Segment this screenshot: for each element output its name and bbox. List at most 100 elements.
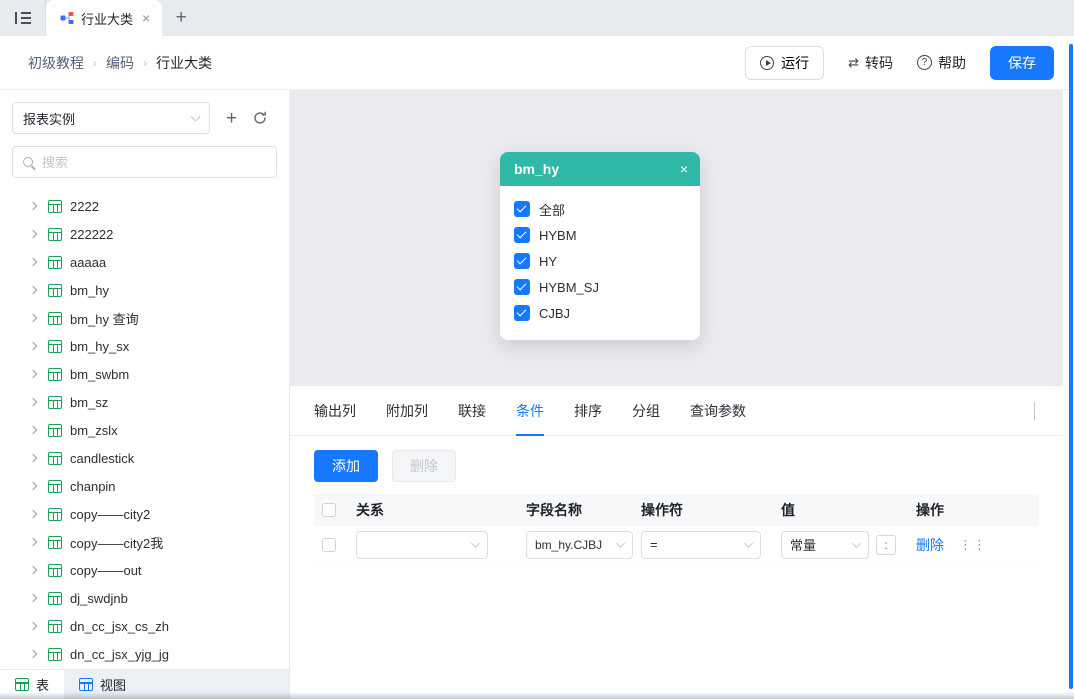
help-icon: ? [917,55,932,70]
chevron-right-icon[interactable] [29,454,37,462]
breadcrumb: 初级教程 › 编码 › 行业大类 [28,53,212,73]
sidebar-tab-views[interactable]: 视图 [64,670,141,699]
delete-condition-button[interactable]: 删除 [392,450,456,482]
field-row[interactable]: HY [514,248,686,274]
tree-item[interactable]: chanpin [0,472,289,500]
tree-item[interactable]: copy——city2 [0,500,289,528]
chevron-right-icon[interactable] [29,230,37,238]
table-card-header[interactable]: bm_hy × [500,152,700,186]
tree-item[interactable]: bm_sz [0,388,289,416]
row-checkbox[interactable] [322,538,336,552]
chevron-right-icon[interactable] [29,622,37,630]
checkbox-checked-icon[interactable] [514,253,530,269]
chevron-down-icon [852,539,861,548]
tree-item[interactable]: dj_swdjnb [0,584,289,612]
tree-item[interactable]: 2222 [0,192,289,220]
tree-item[interactable]: copy——city2我 [0,528,289,556]
delete-row-link[interactable]: 删除 [916,535,944,555]
play-icon [760,56,774,70]
tab-industry-category[interactable]: 行业大类 × [46,0,162,36]
search-input[interactable] [42,155,266,170]
collapse-panel-button[interactable] [1030,398,1039,424]
tree-item[interactable]: copy——out [0,556,289,584]
table-card-bm_hy[interactable]: bm_hy × 全部 HYBM HY HYBM_SJ CJBJ [500,152,700,340]
tree-item[interactable]: dn_cc_jsx_yjg_jg [0,640,289,668]
tree-item[interactable]: dn_cc_jsx_cs_zh [0,612,289,640]
tree-item[interactable]: bm_zslx [0,416,289,444]
chevron-right-icon[interactable] [29,510,37,518]
checkbox-checked-icon[interactable] [514,305,530,321]
column-header-value: 值 [773,500,908,520]
model-icon [60,11,74,25]
chevron-right-icon[interactable] [29,566,37,574]
chevron-right-icon[interactable] [29,538,37,546]
tab-label: 行业大类 [81,9,133,28]
panel-tabs: 输出列 附加列 联接 条件 排序 分组 查询参数 [290,386,1063,436]
sidebar-toggle-button[interactable] [0,0,46,36]
field-select[interactable]: bm_hy.CJBJ [526,531,633,559]
drag-handle-icon[interactable]: ⋮⋮ [959,537,987,553]
tree-item[interactable]: aaaaa [0,248,289,276]
field-row[interactable]: 全部 [514,196,686,222]
new-tab-button[interactable]: + [162,0,200,36]
chevron-right-icon[interactable] [29,482,37,490]
value-editor-button[interactable]: : [876,535,896,555]
breadcrumb-item[interactable]: 编码 [106,53,134,73]
chevron-down-icon [191,112,201,122]
chevron-right-icon[interactable] [29,342,37,350]
tree-item[interactable]: bm_hy [0,276,289,304]
breadcrumb-item[interactable]: 初级教程 [28,53,84,73]
tab-order[interactable]: 排序 [574,386,602,435]
field-row[interactable]: HYBM [514,222,686,248]
chevron-right-icon[interactable] [29,314,37,322]
chevron-right-icon[interactable] [29,650,37,658]
value-type-select[interactable]: 常量 [781,531,869,559]
tab-grouping[interactable]: 分组 [632,386,660,435]
tab-conditions[interactable]: 条件 [516,386,544,435]
tree-item[interactable]: bm_swbm [0,360,289,388]
table-icon [48,536,62,549]
close-icon[interactable]: × [140,10,152,26]
table-icon [15,678,29,691]
tab-output-columns[interactable]: 输出列 [314,386,356,435]
chevron-right-icon[interactable] [29,594,37,602]
save-button[interactable]: 保存 [990,46,1054,80]
field-row[interactable]: CJBJ [514,300,686,326]
tree-item[interactable]: bm_hy_sx [0,332,289,360]
tab-joins[interactable]: 联接 [458,386,486,435]
tree-item[interactable]: bm_hy 查询 [0,304,289,332]
operator-select[interactable]: = [641,531,761,559]
table-icon [48,508,62,521]
checkbox-checked-icon[interactable] [514,279,530,295]
chevron-right-icon[interactable] [29,370,37,378]
chevron-right-icon[interactable] [29,426,37,434]
chevron-right-icon[interactable] [29,258,37,266]
scrollbar-thumb[interactable] [1069,44,1073,689]
field-row[interactable]: HYBM_SJ [514,274,686,300]
checkbox-checked-icon[interactable] [514,227,530,243]
tab-additional-columns[interactable]: 附加列 [386,386,428,435]
tree-item[interactable]: candlestick [0,444,289,472]
run-button[interactable]: 运行 [745,46,824,80]
table-icon [48,256,62,269]
tree-item[interactable]: 222222 [0,220,289,248]
transcode-button[interactable]: ⇄ 转码 [848,53,893,73]
close-icon[interactable]: × [680,161,688,177]
tab-query-params[interactable]: 查询参数 [690,386,746,435]
view-icon [79,678,93,691]
relation-select[interactable] [356,531,488,559]
window-tab-bar: 行业大类 × + [0,0,1074,36]
help-button[interactable]: ? 帮助 [917,53,966,73]
checkbox-checked-icon[interactable] [514,201,530,217]
table-icon [48,312,62,325]
query-designer-canvas[interactable]: bm_hy × 全部 HYBM HY HYBM_SJ CJBJ [290,90,1063,386]
chevron-right-icon[interactable] [29,286,37,294]
chevron-right-icon[interactable] [29,202,37,210]
select-all-checkbox[interactable] [322,503,336,517]
add-instance-button[interactable]: + [226,109,237,128]
refresh-button[interactable] [253,111,267,125]
sidebar-tab-tables[interactable]: 表 [0,670,64,699]
instance-type-select[interactable]: 报表实例 [12,102,210,134]
chevron-right-icon[interactable] [29,398,37,406]
add-condition-button[interactable]: 添加 [314,450,378,482]
